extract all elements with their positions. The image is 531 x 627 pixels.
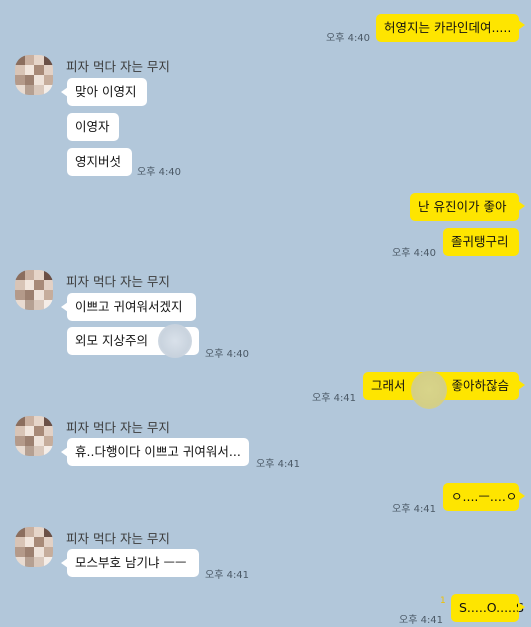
message-time: 오후 4:40: [392, 248, 437, 259]
bubble-tail: [61, 447, 68, 457]
message-time: 오후 4:41: [399, 615, 444, 626]
my-message-bubble[interactable]: 졸귀탱구리: [443, 228, 519, 256]
bubble-tail: [61, 302, 68, 312]
message-time: 오후 4:41: [312, 393, 357, 404]
blur-redaction: [158, 324, 192, 358]
message-time: 오후 4:40: [205, 349, 250, 360]
their-message-bubble[interactable]: 영지버섯: [67, 148, 132, 176]
message-time: 오후 4:41: [392, 504, 437, 515]
bubble-tail: [61, 558, 68, 568]
their-message-bubble[interactable]: 이쁘고 귀여워서겠지: [67, 293, 196, 321]
bubble-tail: [518, 201, 525, 211]
their-message-bubble[interactable]: 이영자: [67, 113, 119, 141]
my-message-bubble[interactable]: ㅇ....ㅡ....ㅇ: [443, 483, 519, 511]
their-message-bubble[interactable]: 모스부호 남기냐 ㅡㅡ: [67, 549, 199, 577]
my-message-bubble[interactable]: S.....O.....S: [451, 594, 524, 622]
their-message-bubble[interactable]: 휴..다행이다 이쁘고 귀여워서...: [67, 438, 249, 466]
bubble-tail: [61, 87, 68, 97]
message-time: 오후 4:40: [137, 167, 182, 178]
bubble-tail: [518, 602, 525, 612]
message-text: 좋아하잖슴: [451, 378, 510, 393]
sender-avatar[interactable]: [15, 55, 53, 95]
message-time: 오후 4:40: [326, 33, 371, 44]
bubble-tail: [518, 20, 525, 30]
message-text: 그래서: [371, 378, 406, 393]
blur-redaction: [411, 371, 447, 409]
their-message-bubble[interactable]: 맞아 이영지: [67, 78, 147, 106]
message-time: 오후 4:41: [205, 570, 250, 581]
bubble-tail: [518, 491, 525, 501]
sender-avatar[interactable]: [15, 270, 53, 310]
unread-count: 1: [440, 596, 446, 606]
my-message-bubble[interactable]: 난 유진이가 좋아: [410, 193, 519, 221]
message-time: 오후 4:41: [256, 459, 301, 470]
sender-name: 피자 먹다 자는 무지: [66, 531, 170, 546]
sender-name: 피자 먹다 자는 무지: [66, 274, 170, 289]
sender-avatar[interactable]: [15, 416, 53, 456]
my-message-bubble[interactable]: 허영지는 카라인데여.....: [376, 14, 519, 42]
bubble-tail: [518, 380, 525, 390]
sender-name: 피자 먹다 자는 무지: [66, 59, 170, 74]
sender-name: 피자 먹다 자는 무지: [66, 420, 170, 435]
sender-avatar[interactable]: [15, 527, 53, 567]
